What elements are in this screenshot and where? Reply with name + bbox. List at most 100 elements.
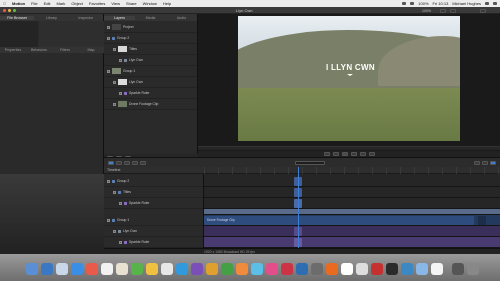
layer-row-llyn-cwn[interactable]: Llyn Cwn	[104, 77, 197, 88]
timeline-tracks-area[interactable]: Drone Footage Clip	[204, 167, 500, 248]
dock-app-icon[interactable]	[26, 263, 38, 275]
layer-row-group-1[interactable]: Group 1	[104, 66, 197, 77]
pan-tool-button[interactable]	[116, 160, 122, 165]
menu-window[interactable]: Window	[140, 1, 160, 6]
battery-icon[interactable]	[410, 2, 415, 5]
tab-behaviors[interactable]: Behaviors	[26, 48, 52, 52]
layer-row-llyn-cwn-title[interactable]: Llyn Cwn	[104, 55, 197, 66]
shape-tool-button[interactable]	[124, 160, 130, 165]
track-visibility-checkbox[interactable]	[113, 229, 116, 233]
notification-icon[interactable]	[493, 2, 497, 5]
dock-app-icon[interactable]	[467, 263, 479, 275]
dock-app-icon[interactable]	[101, 263, 113, 275]
dock-app-icon[interactable]	[116, 263, 128, 275]
layer-row-project[interactable]: Project	[104, 22, 197, 33]
dock-app-icon[interactable]	[176, 263, 188, 275]
dock-app-icon[interactable]	[251, 263, 263, 275]
menu-edit[interactable]: Edit	[41, 1, 54, 6]
layer-visibility-checkbox[interactable]	[107, 69, 110, 73]
track-visibility-checkbox[interactable]	[119, 201, 122, 205]
step-forward-button[interactable]	[350, 152, 357, 156]
loop-button[interactable]	[368, 152, 375, 156]
dock-app-icon[interactable]	[266, 263, 278, 275]
track-row-titles[interactable]: Titles	[104, 187, 203, 198]
select-tool-button[interactable]	[108, 160, 114, 165]
playhead[interactable]	[298, 167, 299, 248]
apple-menu-icon[interactable]: 	[0, 1, 9, 6]
view-options-button[interactable]	[440, 8, 446, 13]
menu-view[interactable]: View	[108, 1, 123, 6]
track-visibility-checkbox[interactable]	[107, 218, 110, 222]
text-tool-button[interactable]	[132, 160, 138, 165]
dock-app-icon[interactable]	[146, 263, 158, 275]
menu-help[interactable]: Help	[160, 1, 174, 6]
track-visibility-checkbox[interactable]	[113, 190, 116, 194]
tab-layers[interactable]: Layers	[104, 15, 135, 20]
browser-content-list[interactable]	[39, 21, 104, 47]
dock-app-icon[interactable]	[356, 263, 368, 275]
drone-clip[interactable]: Drone Footage Clip	[204, 216, 474, 225]
dock-app-icon[interactable]	[416, 263, 428, 275]
title-overlay[interactable]: I LLYN CWN	[326, 63, 375, 72]
dock-app-icon[interactable]	[296, 263, 308, 275]
wifi-icon[interactable]	[402, 2, 407, 5]
timecode-display[interactable]	[295, 160, 325, 165]
track-visibility-checkbox[interactable]	[119, 240, 122, 244]
dock-app-icon[interactable]	[281, 263, 293, 275]
timeline-ruler[interactable]	[204, 167, 500, 174]
play-button[interactable]	[341, 152, 348, 156]
menu-app-name[interactable]: Motion	[9, 1, 28, 6]
step-back-button[interactable]	[332, 152, 339, 156]
tab-map[interactable]: Map	[78, 48, 104, 52]
timing-button[interactable]	[482, 160, 488, 165]
layer-row-sparkle-ruler[interactable]: Sparkle Ruler	[104, 88, 197, 99]
dock-app-icon[interactable]	[431, 263, 443, 275]
layer-visibility-checkbox[interactable]	[113, 102, 116, 106]
dock-app-icon[interactable]	[401, 263, 413, 275]
dock-app-icon[interactable]	[386, 263, 398, 275]
tab-media[interactable]: Media	[135, 16, 166, 20]
layer-visibility-checkbox[interactable]	[107, 25, 110, 29]
track-row-group-1[interactable]: Group 1	[104, 215, 203, 226]
layer-visibility-checkbox[interactable]	[119, 58, 122, 62]
user-name[interactable]: Michael Hughes	[452, 1, 481, 6]
tab-properties[interactable]: Properties	[0, 48, 26, 52]
dock-app-icon[interactable]	[191, 263, 203, 275]
layer-row-drone-footage[interactable]: Drone Footage Clip	[104, 99, 197, 110]
zoom-window-button[interactable]	[13, 9, 16, 12]
search-icon[interactable]	[485, 2, 489, 5]
tab-library[interactable]: Library	[34, 16, 68, 20]
video-canvas[interactable]: I LLYN CWN	[238, 16, 460, 141]
menu-share[interactable]: Share	[123, 1, 140, 6]
track-row-sparkle-2[interactable]: Sparkle Ruler	[104, 237, 203, 248]
track-row-group-2[interactable]: Group 2	[104, 176, 203, 187]
minimize-window-button[interactable]	[8, 9, 11, 12]
dock-app-icon[interactable]	[86, 263, 98, 275]
menu-object[interactable]: Object	[68, 1, 86, 6]
dock-app-icon[interactable]	[56, 263, 68, 275]
add-object-button[interactable]	[490, 160, 496, 165]
dock-app-icon[interactable]	[131, 263, 143, 275]
layer-visibility-checkbox[interactable]	[119, 91, 122, 95]
dock-app-icon[interactable]	[236, 263, 248, 275]
record-button[interactable]	[474, 160, 480, 165]
menu-mark[interactable]: Mark	[53, 1, 68, 6]
menu-file[interactable]: File	[28, 1, 40, 6]
dock-app-icon[interactable]	[161, 263, 173, 275]
dock-app-icon[interactable]	[326, 263, 338, 275]
layer-visibility-checkbox[interactable]	[107, 36, 110, 40]
track-row-llyn-cwn[interactable]: Llyn Cwn	[104, 226, 203, 237]
tab-file-browser[interactable]: File Browser	[0, 15, 35, 20]
tab-filters[interactable]: Filters	[52, 48, 78, 52]
go-to-end-button[interactable]	[359, 152, 366, 156]
menu-favorites[interactable]: Favorites	[86, 1, 108, 6]
mini-timeline[interactable]	[198, 146, 500, 150]
tab-audio[interactable]: Audio	[166, 16, 197, 20]
tab-inspector[interactable]: Inspector	[69, 16, 103, 20]
dock-app-icon[interactable]	[71, 263, 83, 275]
track-visibility-checkbox[interactable]	[107, 179, 110, 183]
layer-visibility-checkbox[interactable]	[113, 47, 116, 51]
mask-tool-button[interactable]	[140, 160, 146, 165]
layout-button[interactable]	[480, 8, 486, 13]
clock[interactable]: Fri 10:13	[433, 1, 449, 6]
